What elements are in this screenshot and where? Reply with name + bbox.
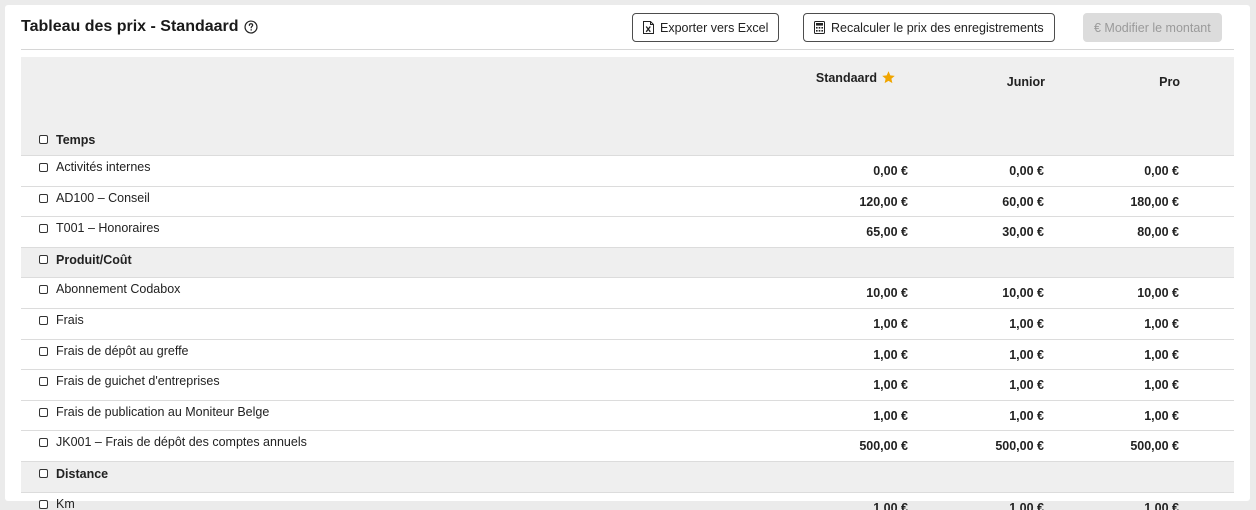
price-junior: 10,00 € — [1002, 286, 1044, 301]
price-standaard: 1,00 € — [873, 347, 908, 362]
price-junior: 60,00 € — [1002, 194, 1044, 209]
row-label[interactable]: Frais de guichet d'entreprises — [56, 374, 220, 388]
group-row-0: Temps — [21, 130, 1234, 155]
row-label[interactable]: AD100 – Conseil — [56, 191, 150, 205]
table-row: Abonnement Codabox 10,00 € 10,00 € 10,00… — [21, 277, 1234, 308]
table-row: Frais 1,00 € 1,00 € 1,00 € — [21, 307, 1234, 339]
price-pro: 1,00 € — [1144, 378, 1179, 393]
price-standaard: 500,00 € — [859, 439, 908, 454]
price-pro: 180,00 € — [1130, 194, 1179, 209]
price-standaard: 1,00 € — [873, 316, 908, 331]
price-standaard: 65,00 € — [866, 225, 908, 240]
modify-amount-button[interactable]: € Modifier le montant — [1083, 13, 1222, 42]
page-title: Tableau des prix - Standaard — [21, 17, 258, 37]
row-label[interactable]: Frais de publication au Moniteur Belge — [56, 405, 269, 419]
row-label[interactable]: T001 – Honoraires — [56, 221, 160, 235]
group-label: Temps — [56, 133, 96, 147]
export-excel-label: Exporter vers Excel — [660, 20, 769, 35]
table-row: AD100 – Conseil 120,00 € 60,00 € 180,00 … — [21, 185, 1234, 217]
row-label[interactable]: Abonnement Codabox — [56, 282, 180, 296]
table-row: T001 – Honoraires 65,00 € 30,00 € 80,00 … — [21, 216, 1234, 247]
group-label: Distance — [56, 466, 109, 481]
table-row: Frais de guichet d'entreprises 1,00 € 1,… — [21, 369, 1234, 400]
column-header-junior[interactable]: Junior — [1007, 75, 1045, 89]
column-header-standaard[interactable]: Standaard — [816, 70, 896, 85]
row-checkbox[interactable] — [39, 193, 48, 203]
price-standaard: 1,00 € — [873, 408, 908, 423]
column-header-standaard-label: Standaard — [815, 70, 877, 85]
table-row: Frais de publication au Moniteur Belge 1… — [21, 399, 1234, 431]
help-circle-icon[interactable] — [243, 20, 258, 34]
row-checkbox[interactable] — [39, 163, 48, 172]
group-row-1: Produit/Coût — [21, 246, 1234, 278]
row-checkbox[interactable] — [39, 315, 48, 325]
price-junior: 500,00 € — [995, 439, 1044, 454]
price-junior: 1,00 € — [1009, 347, 1044, 362]
row-label[interactable]: Activités internes — [56, 160, 150, 174]
price-standaard: 0,00 € — [873, 164, 908, 178]
price-standaard: 10,00 € — [866, 286, 908, 301]
table-body: Temps Activités internes 0,00 € 0,00 € 0… — [21, 130, 1234, 510]
excel-file-icon — [643, 21, 654, 34]
price-table: Standaard Junior Pro Temps Activités int… — [21, 57, 1234, 510]
table-row: JK001 – Frais de dépôt des comptes annue… — [21, 430, 1234, 461]
price-pro: 1,00 € — [1144, 316, 1179, 331]
price-standaard: 1,00 € — [873, 378, 908, 393]
row-checkbox[interactable] — [39, 285, 48, 295]
group-row-2: Distance — [21, 460, 1234, 492]
price-pro: 500,00 € — [1130, 439, 1179, 454]
row-checkbox[interactable] — [39, 346, 48, 356]
header-divider — [21, 49, 1234, 50]
price-junior: 1,00 € — [1009, 500, 1044, 510]
price-junior: 1,00 € — [1009, 316, 1044, 331]
price-junior: 0,00 € — [1009, 164, 1044, 178]
group-checkbox[interactable] — [39, 254, 48, 264]
page-title-text: Tableau des prix - Standaard — [21, 18, 239, 35]
price-junior: 30,00 € — [1002, 225, 1044, 240]
calculator-icon — [814, 21, 825, 34]
price-standaard: 120,00 € — [859, 194, 908, 209]
row-checkbox[interactable] — [39, 499, 48, 509]
price-pro: 1,00 € — [1144, 347, 1179, 362]
price-junior: 1,00 € — [1009, 378, 1044, 393]
modify-amount-label: € Modifier le montant — [1094, 20, 1211, 35]
row-checkbox[interactable] — [39, 438, 48, 448]
price-pro: 0,00 € — [1144, 164, 1179, 178]
price-table-card: Tableau des prix - Standaard Exporter ve… — [5, 5, 1250, 510]
recalculate-label: Recalculer le prix des enregistrements — [831, 20, 1044, 35]
table-row: Activités internes 0,00 € 0,00 € 0,00 € — [21, 155, 1234, 186]
row-label[interactable]: Frais — [56, 313, 84, 327]
row-checkbox[interactable] — [39, 377, 48, 387]
table-row: Km 1,00 € 1,00 € 1,00 € — [21, 491, 1234, 510]
row-checkbox[interactable] — [39, 224, 48, 234]
price-pro: 1,00 € — [1144, 408, 1179, 423]
row-label[interactable]: JK001 – Frais de dépôt des comptes annue… — [56, 435, 307, 449]
group-label: Produit/Coût — [56, 252, 132, 267]
price-pro: 80,00 € — [1137, 225, 1179, 240]
price-junior: 1,00 € — [1009, 408, 1044, 423]
price-pro: 1,00 € — [1144, 500, 1179, 510]
price-pro: 10,00 € — [1137, 286, 1179, 301]
table-row: Frais de dépôt au greffe 1,00 € 1,00 € 1… — [21, 338, 1234, 370]
price-standaard: 1,00 € — [873, 500, 908, 510]
row-label[interactable]: Km — [56, 497, 75, 510]
group-checkbox[interactable] — [39, 135, 48, 144]
group-checkbox[interactable] — [39, 468, 48, 478]
table-header: Standaard Junior Pro — [21, 57, 1234, 130]
recalculate-button[interactable]: Recalculer le prix des enregistrements — [803, 13, 1055, 42]
star-icon — [882, 71, 895, 84]
row-checkbox[interactable] — [39, 407, 48, 417]
row-label[interactable]: Frais de dépôt au greffe — [56, 344, 189, 358]
export-excel-button[interactable]: Exporter vers Excel — [632, 13, 780, 42]
column-header-pro[interactable]: Pro — [1159, 75, 1180, 89]
